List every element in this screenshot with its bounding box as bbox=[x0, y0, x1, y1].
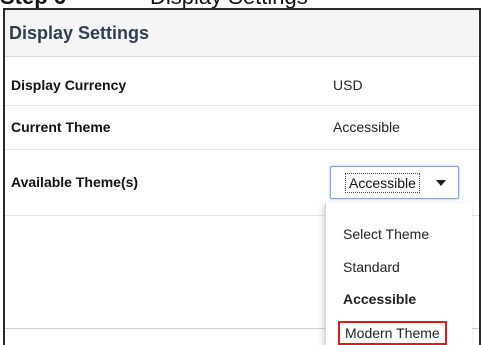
cropped-heading-text: Display Settings bbox=[150, 0, 308, 8]
current-theme-value: Accessible bbox=[333, 119, 400, 135]
theme-select-value: Accessible bbox=[345, 173, 420, 193]
theme-option-modern-theme[interactable]: Modern Theme bbox=[338, 321, 447, 345]
display-currency-row: Display Currency USD bbox=[5, 66, 479, 106]
screenshot-stage: Step 6 Display Settings Display Settings… bbox=[0, 0, 484, 345]
display-currency-label: Display Currency bbox=[11, 77, 127, 93]
current-theme-row: Current Theme Accessible bbox=[5, 106, 479, 150]
cropped-heading-strip: Step 6 Display Settings bbox=[0, 0, 484, 8]
panel-header: Display Settings bbox=[5, 10, 479, 57]
cropped-heading-bold: Step 6 bbox=[0, 0, 66, 8]
panel-title: Display Settings bbox=[9, 22, 150, 43]
display-currency-value: USD bbox=[333, 77, 363, 93]
theme-option-accessible[interactable]: Accessible bbox=[343, 291, 416, 307]
theme-option-standard[interactable]: Standard bbox=[343, 259, 400, 275]
chevron-down-icon bbox=[436, 180, 446, 186]
current-theme-label: Current Theme bbox=[11, 119, 111, 135]
theme-option-select-theme[interactable]: Select Theme bbox=[343, 226, 429, 242]
theme-select[interactable]: Accessible bbox=[330, 166, 459, 199]
theme-dropdown-list: Select Theme Standard Accessible Modern … bbox=[325, 203, 472, 345]
available-themes-label: Available Theme(s) bbox=[11, 174, 139, 190]
